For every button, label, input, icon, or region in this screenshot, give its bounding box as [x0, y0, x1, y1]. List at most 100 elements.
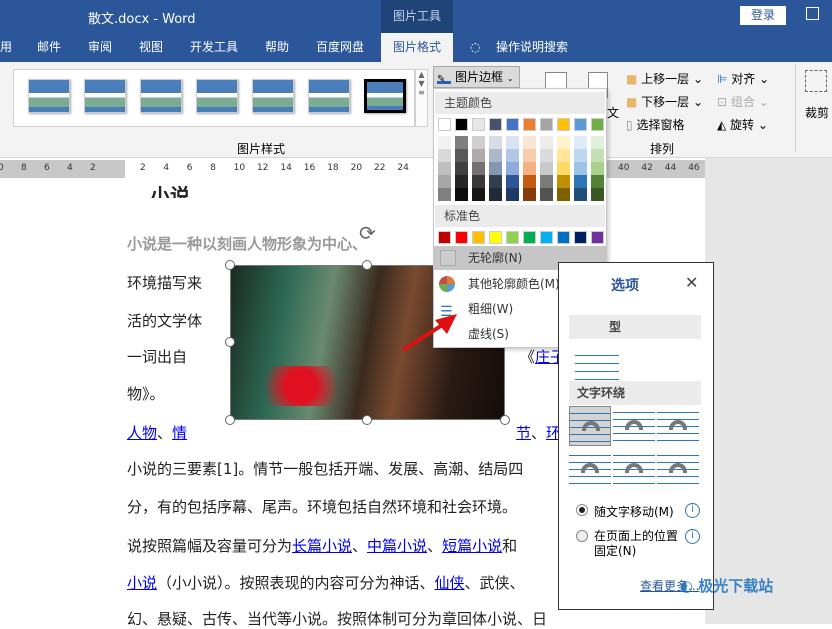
color-swatch[interactable] — [574, 231, 587, 244]
fix-position-radio[interactable] — [576, 530, 588, 542]
link[interactable]: 情 — [172, 424, 187, 442]
color-swatch[interactable] — [591, 149, 604, 162]
wrap-option-icon[interactable] — [569, 449, 611, 489]
color-swatch[interactable] — [489, 149, 502, 162]
tab-references[interactable]: 用 — [0, 33, 12, 62]
link[interactable]: 节 — [516, 424, 531, 442]
color-swatch[interactable] — [489, 136, 502, 149]
color-swatch[interactable] — [540, 175, 553, 188]
color-swatch[interactable] — [438, 162, 451, 175]
color-swatch[interactable] — [489, 188, 502, 201]
rotate-button[interactable]: ◭ 旋转 ⌄ — [717, 116, 768, 133]
color-swatch[interactable] — [523, 118, 536, 131]
move-with-text-radio[interactable] — [576, 504, 588, 516]
color-swatch[interactable] — [506, 149, 519, 162]
picture-style-option[interactable] — [84, 79, 126, 113]
crop-button[interactable]: 裁剪 — [805, 104, 829, 121]
color-swatch[interactable] — [472, 118, 485, 131]
fix-position-label[interactable]: 在页面上的位置固定(N) — [594, 529, 679, 559]
color-swatch[interactable] — [472, 149, 485, 162]
wrap-option-icon[interactable] — [569, 406, 611, 446]
color-swatch[interactable] — [540, 136, 553, 149]
color-swatch[interactable] — [455, 162, 468, 175]
tab-developer[interactable]: 开发工具 — [190, 33, 238, 62]
color-swatch[interactable] — [574, 175, 587, 188]
color-swatch[interactable] — [557, 188, 570, 201]
tab-picture-format[interactable]: 图片格式 — [381, 33, 453, 62]
color-swatch[interactable] — [540, 188, 553, 201]
close-icon[interactable]: ✕ — [685, 273, 698, 292]
resize-handle[interactable] — [225, 260, 235, 270]
color-swatch[interactable] — [523, 188, 536, 201]
color-swatch[interactable] — [506, 175, 519, 188]
login-button[interactable]: 登录 — [740, 6, 786, 25]
resize-handle[interactable] — [225, 337, 235, 347]
color-swatch[interactable] — [438, 136, 451, 149]
color-swatch[interactable] — [557, 231, 570, 244]
link[interactable]: 人物 — [127, 424, 157, 442]
color-swatch[interactable] — [523, 175, 536, 188]
color-swatch[interactable] — [472, 162, 485, 175]
color-swatch[interactable] — [557, 118, 570, 131]
color-swatch[interactable] — [489, 118, 502, 131]
color-swatch[interactable] — [540, 118, 553, 131]
rotate-handle-icon[interactable]: ⟳ — [359, 221, 376, 245]
color-swatch[interactable] — [438, 231, 451, 244]
color-swatch[interactable] — [438, 118, 451, 131]
color-swatch[interactable] — [574, 149, 587, 162]
bring-forward-button[interactable]: ■ 上移一层 ⌄ — [626, 70, 703, 87]
info-icon[interactable]: i — [685, 503, 700, 518]
send-backward-button[interactable]: ■ 下移一层 ⌄ — [626, 93, 703, 110]
color-swatch[interactable] — [438, 175, 451, 188]
picture-style-option[interactable] — [252, 79, 294, 113]
group-button[interactable]: ⊡ 组合 ⌄ — [717, 93, 769, 110]
tab-help[interactable]: 帮助 — [265, 33, 289, 62]
picture-style-option[interactable] — [308, 79, 350, 113]
color-swatch[interactable] — [591, 162, 604, 175]
color-swatch[interactable] — [523, 231, 536, 244]
color-swatch[interactable] — [591, 118, 604, 131]
resize-handle[interactable] — [362, 415, 372, 425]
tab-review[interactable]: 审阅 — [88, 33, 112, 62]
color-swatch[interactable] — [540, 231, 553, 244]
color-swatch[interactable] — [523, 162, 536, 175]
color-swatch[interactable] — [455, 136, 468, 149]
color-swatch[interactable] — [455, 175, 468, 188]
color-swatch[interactable] — [591, 175, 604, 188]
picture-style-option[interactable] — [140, 79, 182, 113]
link[interactable]: 仙侠 — [435, 574, 465, 592]
color-swatch[interactable] — [591, 188, 604, 201]
color-swatch[interactable] — [472, 231, 485, 244]
link[interactable]: 短篇小说 — [442, 537, 502, 555]
tab-mailings[interactable]: 邮件 — [37, 33, 61, 62]
color-swatch[interactable] — [438, 188, 451, 201]
resize-handle[interactable] — [225, 415, 235, 425]
resize-handle[interactable] — [362, 260, 372, 270]
color-swatch[interactable] — [591, 136, 604, 149]
color-swatch[interactable] — [506, 231, 519, 244]
tab-baidu[interactable]: 百度网盘 — [316, 33, 364, 62]
wrap-option-icon[interactable] — [657, 406, 699, 446]
color-swatch[interactable] — [557, 175, 570, 188]
wrap-option-icon[interactable] — [613, 406, 655, 446]
color-swatch[interactable] — [574, 136, 587, 149]
color-swatch[interactable] — [574, 118, 587, 131]
color-swatch[interactable] — [574, 188, 587, 201]
color-swatch[interactable] — [540, 162, 553, 175]
color-swatch[interactable] — [472, 175, 485, 188]
align-button[interactable]: ⊫ 对齐 ⌄ — [717, 70, 769, 87]
color-swatch[interactable] — [489, 175, 502, 188]
picture-style-option[interactable] — [196, 79, 238, 113]
color-swatch[interactable] — [523, 149, 536, 162]
color-swatch[interactable] — [506, 136, 519, 149]
color-swatch[interactable] — [472, 136, 485, 149]
wrap-option-icon[interactable] — [657, 449, 699, 489]
color-swatch[interactable] — [455, 149, 468, 162]
color-swatch[interactable] — [574, 162, 587, 175]
color-swatch[interactable] — [438, 149, 451, 162]
color-swatch[interactable] — [506, 118, 519, 131]
color-swatch[interactable] — [506, 162, 519, 175]
color-swatch[interactable] — [472, 188, 485, 201]
color-swatch[interactable] — [591, 231, 604, 244]
tab-view[interactable]: 视图 — [139, 33, 163, 62]
